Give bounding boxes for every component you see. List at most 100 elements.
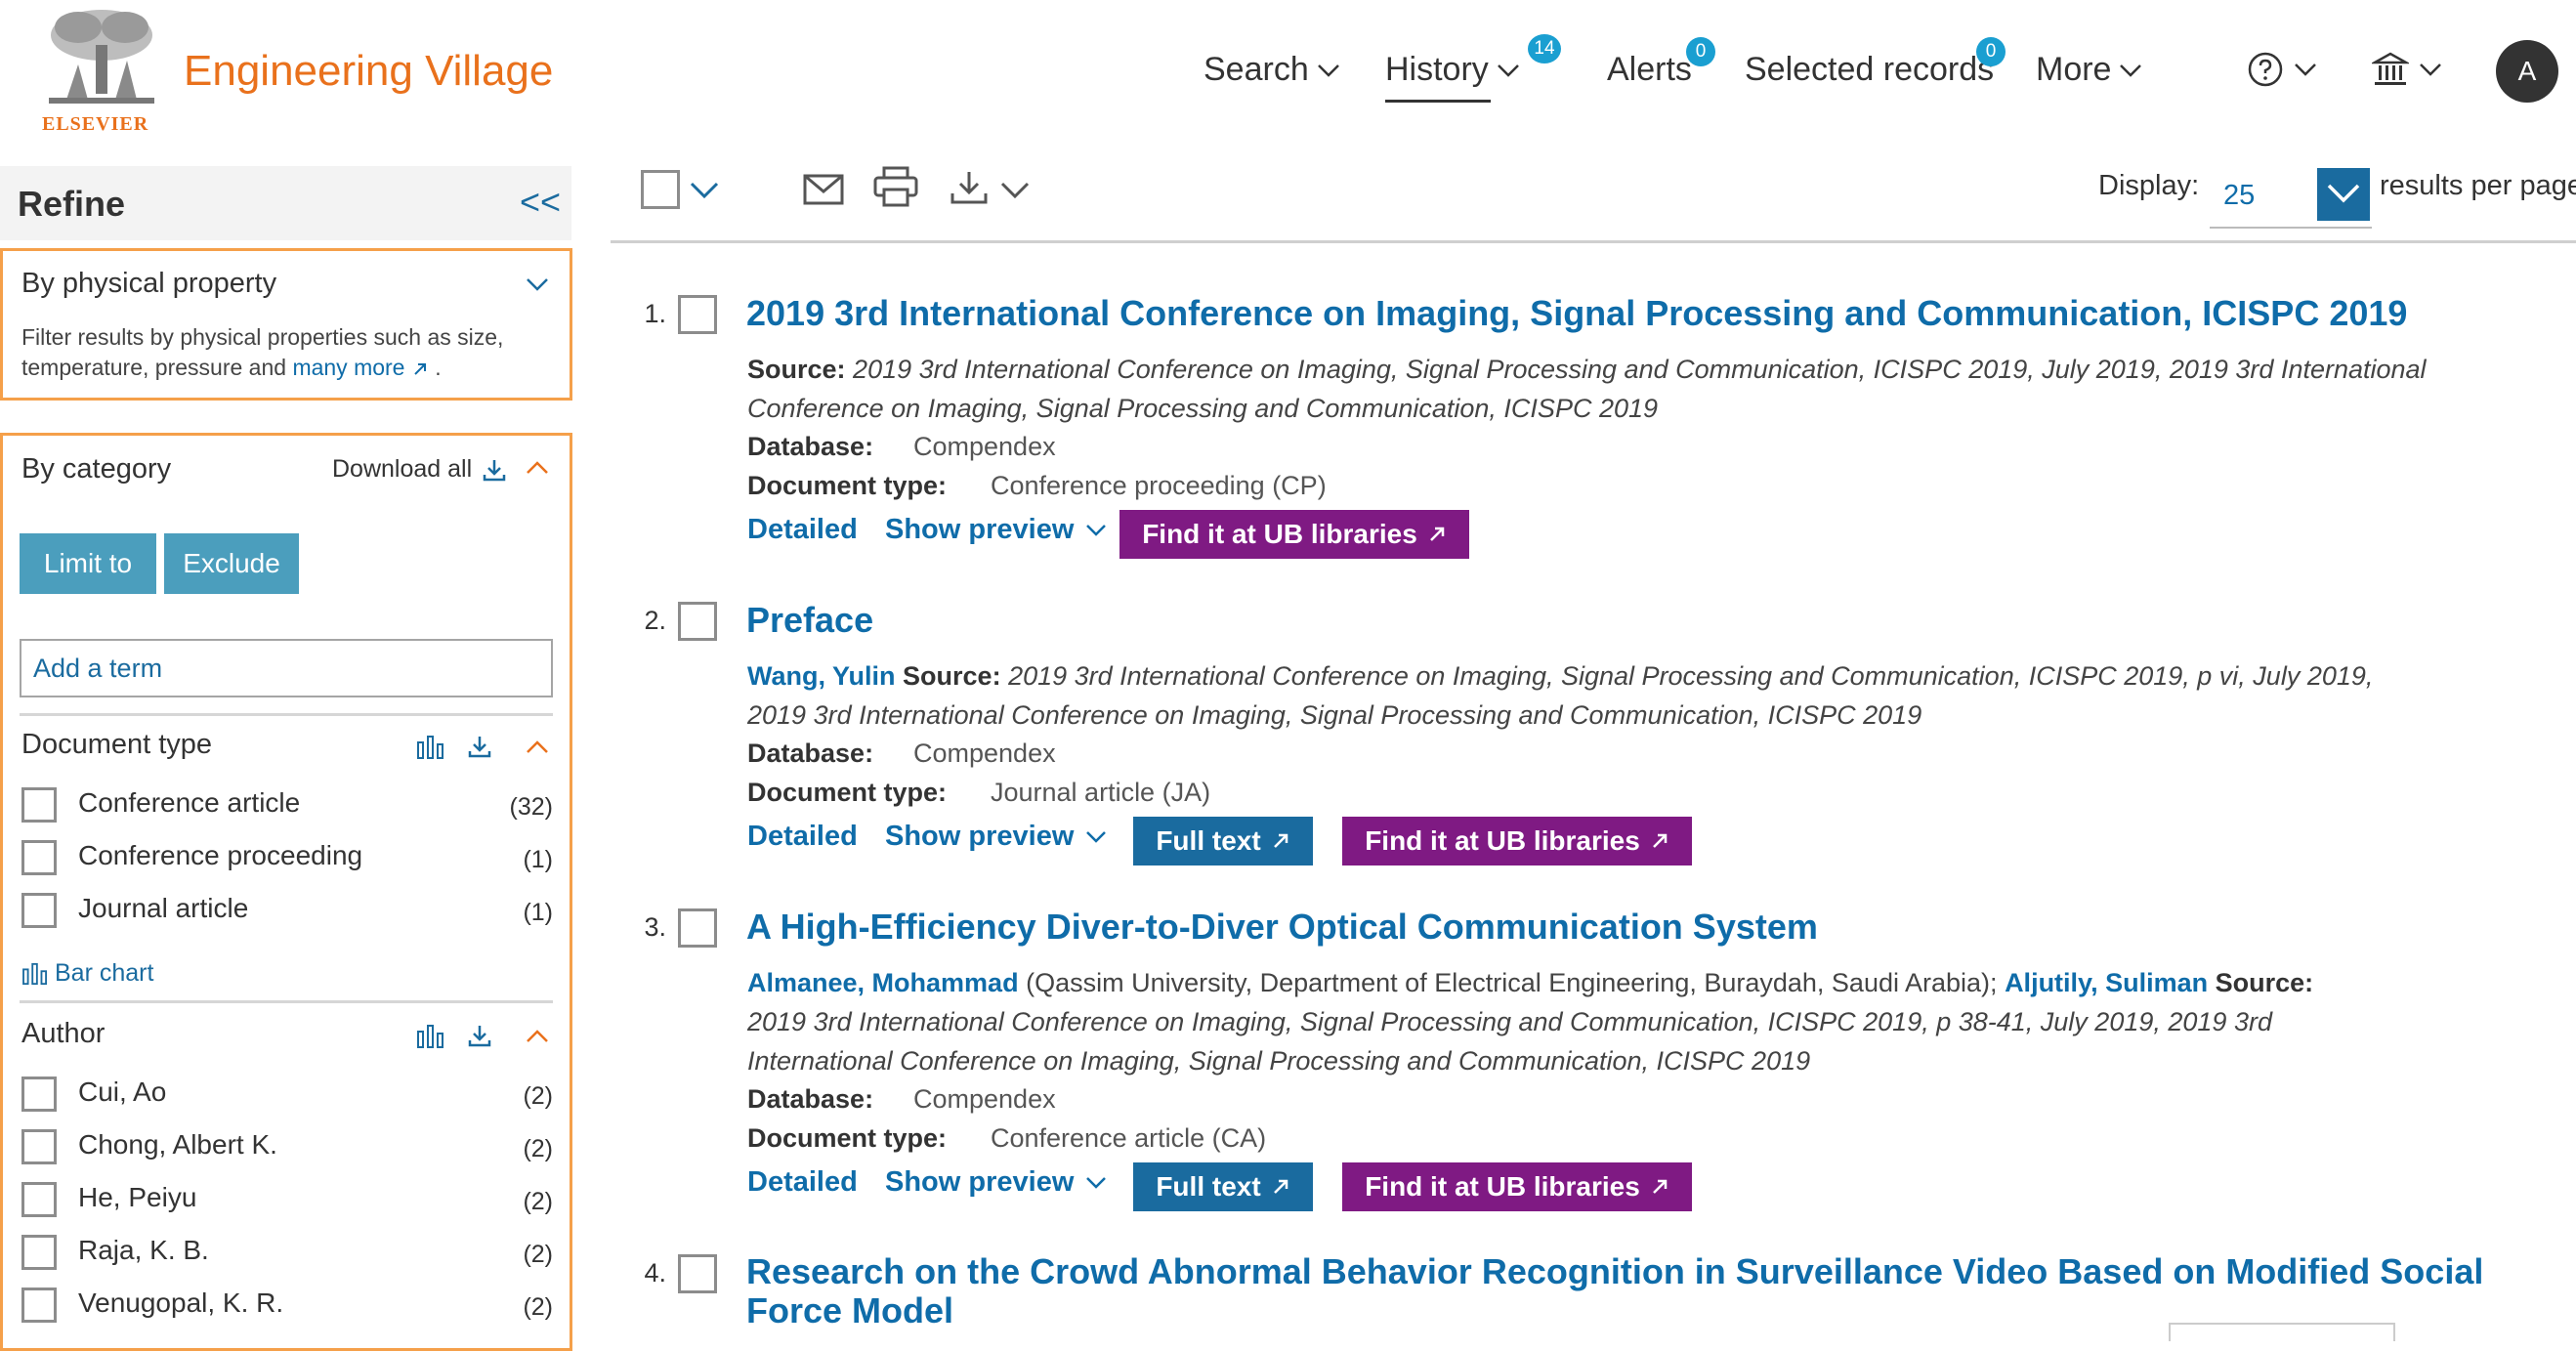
download-icon[interactable]: [467, 735, 492, 758]
facet-option-label[interactable]: Conference proceeding: [78, 840, 362, 871]
print-icon[interactable]: [873, 166, 918, 207]
results-per-page-dropdown[interactable]: [2317, 168, 2370, 221]
detailed-link[interactable]: Detailed: [747, 1166, 858, 1199]
result-checkbox[interactable]: [678, 295, 717, 334]
bar-chart-link[interactable]: Bar chart: [21, 959, 153, 988]
brand-title[interactable]: Engineering Village: [184, 47, 553, 96]
result-number: 2.: [644, 606, 666, 635]
facet-option-count: (1): [523, 846, 553, 873]
author-facet-title: Author: [21, 1018, 106, 1049]
find-ub-libraries-button[interactable]: Find it at UB libraries: [1342, 1162, 1692, 1211]
facet-option-label[interactable]: He, Peiyu: [78, 1182, 196, 1213]
nav-more[interactable]: More: [2036, 51, 2142, 89]
result-title-link[interactable]: 2019 3rd International Conference on Ima…: [746, 293, 2407, 334]
result-title-link[interactable]: Preface: [746, 600, 873, 641]
elsevier-logo-icon[interactable]: [39, 6, 164, 111]
database-value: Compendex: [913, 1084, 1056, 1114]
physical-property-description: Filter results by physical properties su…: [21, 324, 504, 380]
publisher-name: ELSEVIER: [42, 113, 149, 135]
external-link-icon: [1273, 1179, 1288, 1194]
add-term-input[interactable]: [20, 639, 553, 697]
find-ub-libraries-button[interactable]: Find it at UB libraries: [1342, 817, 1692, 865]
result-checkbox[interactable]: [678, 908, 717, 948]
user-avatar[interactable]: A: [2496, 40, 2558, 103]
author-link[interactable]: Wang, Yulin: [747, 661, 896, 691]
doctype-label: Document type:: [747, 778, 948, 807]
find-ub-libraries-button[interactable]: Find it at UB libraries: [1119, 510, 1469, 559]
full-text-button[interactable]: Full text: [1133, 1162, 1313, 1211]
results-per-page-select[interactable]: 25: [2223, 180, 2255, 212]
result-title-link[interactable]: A High-Efficiency Diver-to-Diver Optical…: [746, 907, 1818, 948]
full-text-button[interactable]: Full text: [1133, 817, 1313, 865]
facet-option-label[interactable]: Chong, Albert K.: [78, 1129, 277, 1161]
facet-option-label[interactable]: Journal article: [78, 893, 248, 924]
select-underline: [2210, 227, 2372, 229]
exclude-button[interactable]: Exclude: [164, 533, 299, 594]
help-menu[interactable]: [2247, 51, 2317, 88]
facet-option-label[interactable]: Conference article: [78, 787, 300, 819]
collapse-sidebar-button[interactable]: <<: [520, 182, 561, 223]
document-type-facet-title: Document type: [21, 729, 213, 760]
show-preview-button[interactable]: Show preview: [885, 821, 1107, 853]
chevron-down-icon: [2120, 63, 2142, 77]
result-checkbox[interactable]: [678, 602, 717, 641]
facet-checkbox[interactable]: [21, 1129, 57, 1164]
many-more-link[interactable]: many more: [292, 355, 404, 380]
external-link-icon: [1652, 833, 1668, 848]
download-all-button[interactable]: Download all: [332, 455, 507, 484]
doctype-label: Document type:: [747, 471, 948, 500]
result-title-link[interactable]: Research on the Crowd Abnormal Behavior …: [746, 1252, 2483, 1330]
limit-to-button[interactable]: Limit to: [20, 533, 156, 594]
doctype-label: Document type:: [747, 1123, 948, 1153]
nav-history[interactable]: History: [1385, 51, 1520, 89]
show-preview-button[interactable]: Show preview: [885, 514, 1107, 546]
select-all-checkbox[interactable]: [641, 170, 680, 209]
facet-checkbox[interactable]: [21, 1235, 57, 1270]
facet-option-label[interactable]: Cui, Ao: [78, 1077, 166, 1108]
facet-checkbox[interactable]: [21, 1182, 57, 1217]
facet-checkbox[interactable]: [21, 1288, 57, 1323]
institution-icon: [2372, 52, 2409, 85]
doctype-value: Conference article (CA): [991, 1123, 1267, 1153]
physical-property-title[interactable]: By physical property: [21, 268, 276, 300]
author-link[interactable]: Aljutily, Suliman: [2005, 968, 2208, 997]
result-number: 1.: [644, 299, 666, 328]
chevron-down-icon[interactable]: [1000, 182, 1030, 199]
facet-checkbox[interactable]: [21, 1077, 57, 1112]
author-link[interactable]: Almanee, Mohammad: [747, 968, 1019, 997]
nav-search[interactable]: Search: [1204, 51, 1340, 89]
chevron-up-icon[interactable]: [526, 740, 549, 754]
detailed-link[interactable]: Detailed: [747, 821, 858, 853]
facet-divider: [20, 1000, 553, 1003]
chevron-up-icon[interactable]: [526, 461, 549, 475]
external-link-icon: [1429, 527, 1445, 541]
show-preview-button[interactable]: Show preview: [885, 1166, 1107, 1199]
facet-option-count: (1): [523, 899, 553, 926]
facet-checkbox[interactable]: [21, 787, 57, 823]
email-icon[interactable]: [803, 172, 844, 207]
database-label: Database:: [747, 432, 874, 461]
chevron-up-icon[interactable]: [526, 1030, 549, 1043]
chevron-down-icon[interactable]: [526, 277, 549, 291]
facet-option-label[interactable]: Venugopal, K. R.: [78, 1288, 283, 1319]
doctype-value: Journal article (JA): [991, 778, 1211, 807]
result-checkbox[interactable]: [678, 1254, 717, 1293]
chevron-down-icon: [1086, 524, 1107, 536]
facet-checkbox[interactable]: [21, 840, 57, 875]
download-icon[interactable]: [467, 1024, 492, 1047]
nav-alerts[interactable]: Alerts: [1607, 51, 1692, 89]
external-link-icon: [1273, 833, 1288, 848]
institution-menu[interactable]: [2372, 51, 2442, 88]
download-icon[interactable]: [950, 170, 989, 205]
bar-chart-icon[interactable]: [416, 735, 445, 760]
facet-option-count: (2): [523, 1082, 553, 1110]
chevron-down-icon: [2295, 63, 2316, 76]
nav-selected-records[interactable]: Selected records: [1745, 51, 1994, 89]
bar-chart-icon[interactable]: [416, 1024, 445, 1049]
chevron-down-icon: [1317, 63, 1339, 77]
facet-option-label[interactable]: Raja, K. B.: [78, 1235, 209, 1266]
facet-checkbox[interactable]: [21, 893, 57, 928]
chevron-down-icon[interactable]: [690, 182, 719, 199]
database-value: Compendex: [913, 432, 1056, 461]
detailed-link[interactable]: Detailed: [747, 514, 858, 546]
